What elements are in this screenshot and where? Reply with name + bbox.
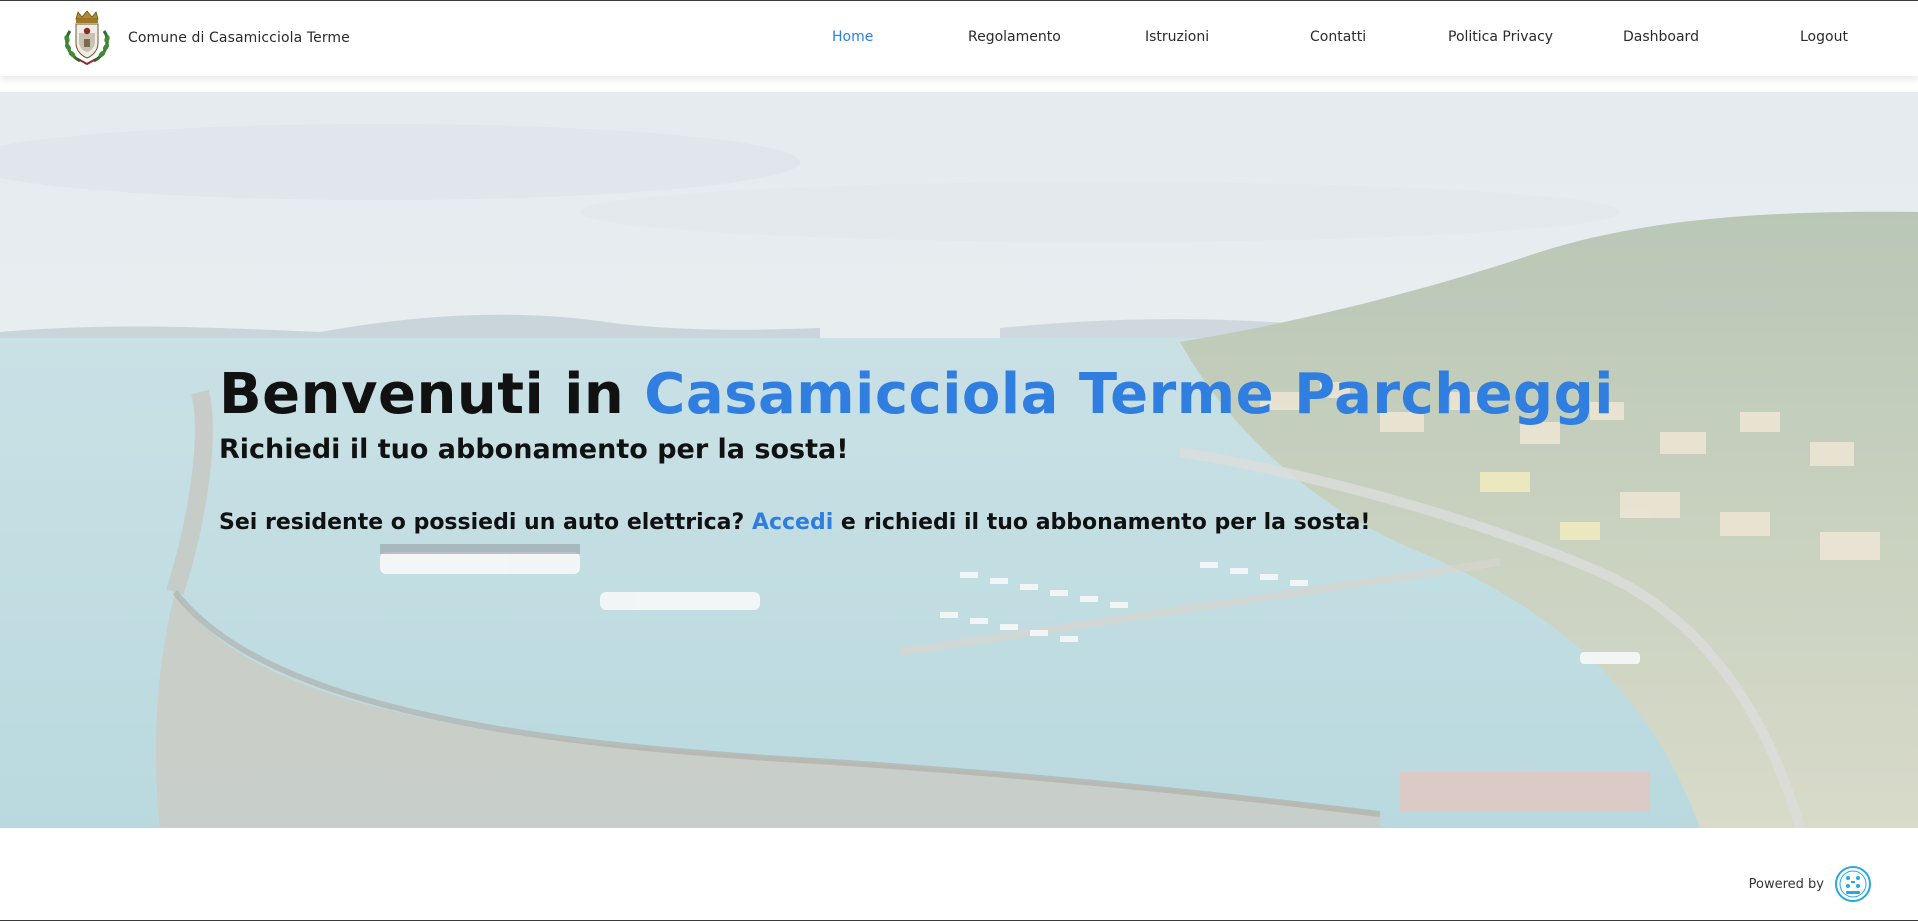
nav-contatti[interactable]: Contatti <box>1310 29 1366 45</box>
hero-title: Benvenuti in Casamicciola Terme Parchegg… <box>219 362 1779 428</box>
nav-regolamento[interactable]: Regolamento <box>968 29 1061 45</box>
hero-cta-text: Sei residente o possiedi un auto elettri… <box>219 508 1779 538</box>
nav-home[interactable]: Home <box>832 29 873 45</box>
nav-dashboard[interactable]: Dashboard <box>1623 29 1699 45</box>
hero-title-prefix: Benvenuti in <box>219 362 645 427</box>
hero-cta-after: e richiedi il tuo abbonamento per la sos… <box>833 510 1371 535</box>
hero-subtitle: Richiedi il tuo abbonamento per la sosta… <box>219 434 849 465</box>
hero-title-accent: Casamicciola Terme Parcheggi <box>644 362 1614 427</box>
powered-by-label: Powered by <box>1748 876 1824 892</box>
top-navbar: Comune di Casamicciola Terme Home Regola… <box>0 0 1918 76</box>
powered-by: Powered by <box>1749 865 1872 903</box>
page: Comune di Casamicciola Terme Home Regola… <box>0 0 1918 921</box>
nav-politica-privacy[interactable]: Politica Privacy <box>1448 29 1553 45</box>
hero-section: Benvenuti in Casamicciola Terme Parchegg… <box>0 92 1918 828</box>
hero-cta-before: Sei residente o possiedi un auto elettri… <box>219 510 752 535</box>
city-logo-icon[interactable] <box>1834 865 1872 903</box>
nav-logout[interactable]: Logout <box>1800 29 1848 45</box>
footer: Powered by <box>0 828 1918 921</box>
main-nav: Home Regolamento Istruzioni Contatti Pol… <box>0 1 1918 77</box>
nav-istruzioni[interactable]: Istruzioni <box>1145 29 1209 45</box>
hero-content: Benvenuti in Casamicciola Terme Parchegg… <box>219 362 1779 538</box>
accedi-link[interactable]: Accedi <box>752 510 833 535</box>
